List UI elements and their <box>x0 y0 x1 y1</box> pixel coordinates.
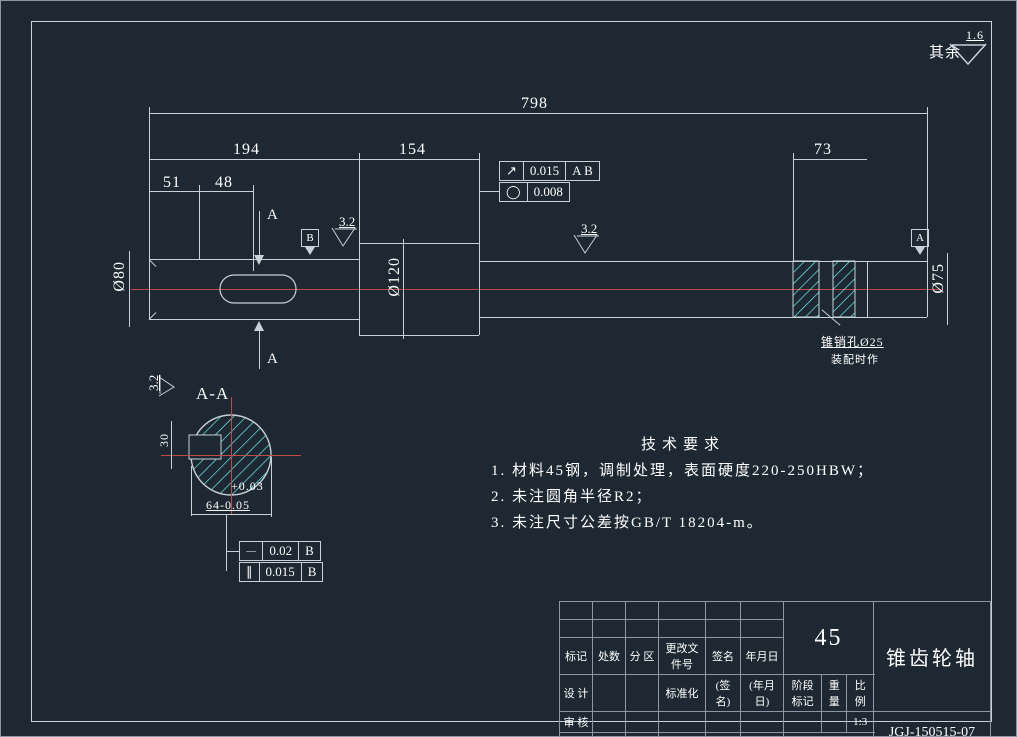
drawing-sheet: 其余 1.6 Ø80 Ø120 Ø75 <box>0 0 1017 737</box>
material: 45 <box>815 625 843 651</box>
dim-51: 51 <box>163 174 181 192</box>
section-title: A-A <box>196 384 229 404</box>
gdt-roundness: ◯0.008 <box>499 182 570 202</box>
section-mark-bot: A <box>267 351 279 368</box>
dim-d120: Ø120 <box>386 257 404 297</box>
dim-key-64: 64-0.05 <box>206 498 250 513</box>
title-block: 45 锥齿轮轴 标记 处数 分 区 更改文件号 签名 年月日 设 计 标准化 (… <box>559 601 991 721</box>
tech-req-3: 3. 未注尺寸公差按GB/T 18204-m。 <box>491 511 764 532</box>
gdt-runout: ↗0.015A B <box>499 161 600 181</box>
surface-rest-value: 1.6 <box>966 28 984 43</box>
dim-48: 48 <box>215 174 233 192</box>
tech-req-1: 1. 材料45钢，调制处理，表面硬度220-250HBW； <box>491 459 874 480</box>
dim-key-tol-up: +0.03 <box>231 479 264 494</box>
dim-d75: Ø75 <box>930 263 948 294</box>
part-name: 锥齿轮轴 <box>886 648 978 670</box>
datum-a: A <box>911 229 929 247</box>
dim-d80: Ø80 <box>111 261 129 292</box>
dim-798: 798 <box>521 95 548 113</box>
dim-194: 194 <box>233 141 260 159</box>
dim-154: 154 <box>399 141 426 159</box>
section-mark-top: A <box>267 207 279 224</box>
gdt-flatness: ⏤0.02B <box>239 541 321 561</box>
tech-req-2: 2. 未注圆角半径R2； <box>491 485 653 506</box>
datum-b: B <box>301 229 319 247</box>
dim-key-30: 30 <box>157 433 172 447</box>
tech-req-title: 技术要求 <box>641 433 725 454</box>
pin-hole-label: 锥销孔Ø25 <box>821 333 884 350</box>
drawing-no: JGJ-150515-07 <box>874 712 991 737</box>
keyway <box>211 271 306 307</box>
pin-hole-note: 装配时作 <box>831 351 879 367</box>
dim-73: 73 <box>814 141 832 159</box>
pin-hole-hatch <box>793 261 863 317</box>
gdt-parallel: ∥0.015B <box>239 562 323 582</box>
